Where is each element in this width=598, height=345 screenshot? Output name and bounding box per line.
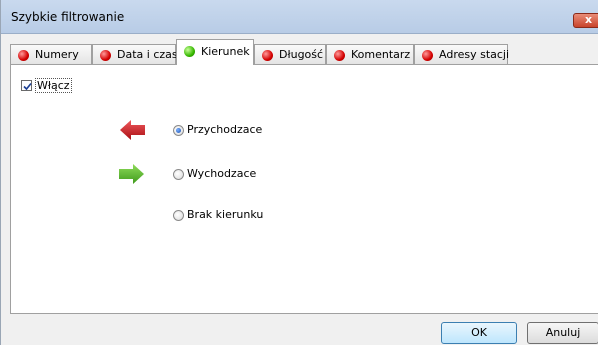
tab-label: Kierunek [201, 45, 250, 58]
tab-komentarz[interactable]: Komentarz [326, 44, 414, 64]
checkmark-icon [23, 82, 32, 91]
close-button[interactable]: x [573, 13, 598, 28]
radio-label: Brak kierunku [187, 208, 264, 221]
cancel-button[interactable]: Anuluj [527, 322, 598, 344]
tab-label: Komentarz [351, 48, 411, 61]
close-icon: x [585, 13, 593, 26]
radio-button[interactable] [173, 210, 184, 221]
status-red-icon [334, 50, 345, 61]
tab-kierunek[interactable]: Kierunek [176, 39, 254, 65]
dialog-window: Szybkie filtrowanie x Numery Data i czas… [0, 0, 598, 345]
ok-button[interactable]: OK [441, 322, 517, 344]
title-bar[interactable]: Szybkie filtrowanie x [1, 0, 598, 34]
radio-button-selected[interactable] [173, 125, 184, 136]
arrow-left-red-icon [120, 120, 145, 140]
tab-adresy-stacji[interactable]: Adresy stacji [414, 44, 510, 64]
arrow-right-green-icon [119, 164, 144, 184]
enable-checkbox-label: Włącz [35, 78, 72, 93]
status-red-icon [100, 50, 111, 61]
tab-label: Numery [35, 48, 79, 61]
radio-label: Przychodzace [187, 123, 263, 136]
status-red-icon [18, 50, 29, 61]
tab-dlugosc[interactable]: Długość [254, 44, 326, 64]
window-title: Szybkie filtrowanie [11, 10, 125, 24]
enable-checkbox[interactable] [21, 80, 32, 91]
tab-label: Data i czas [117, 48, 178, 61]
tab-label: Adresy stacji [439, 48, 510, 61]
tab-label: Długość [279, 48, 324, 61]
status-red-icon [422, 50, 433, 61]
tab-data-i-czas[interactable]: Data i czas [92, 44, 178, 64]
tab-numery[interactable]: Numery [10, 44, 92, 64]
status-red-icon [262, 50, 273, 61]
radio-button[interactable] [173, 169, 184, 180]
tab-panel-kierunek: Włącz Przychodzace Wychodzace Brak kieru… [10, 64, 598, 314]
status-green-icon [184, 46, 195, 57]
radio-label: Wychodzace [187, 167, 257, 180]
